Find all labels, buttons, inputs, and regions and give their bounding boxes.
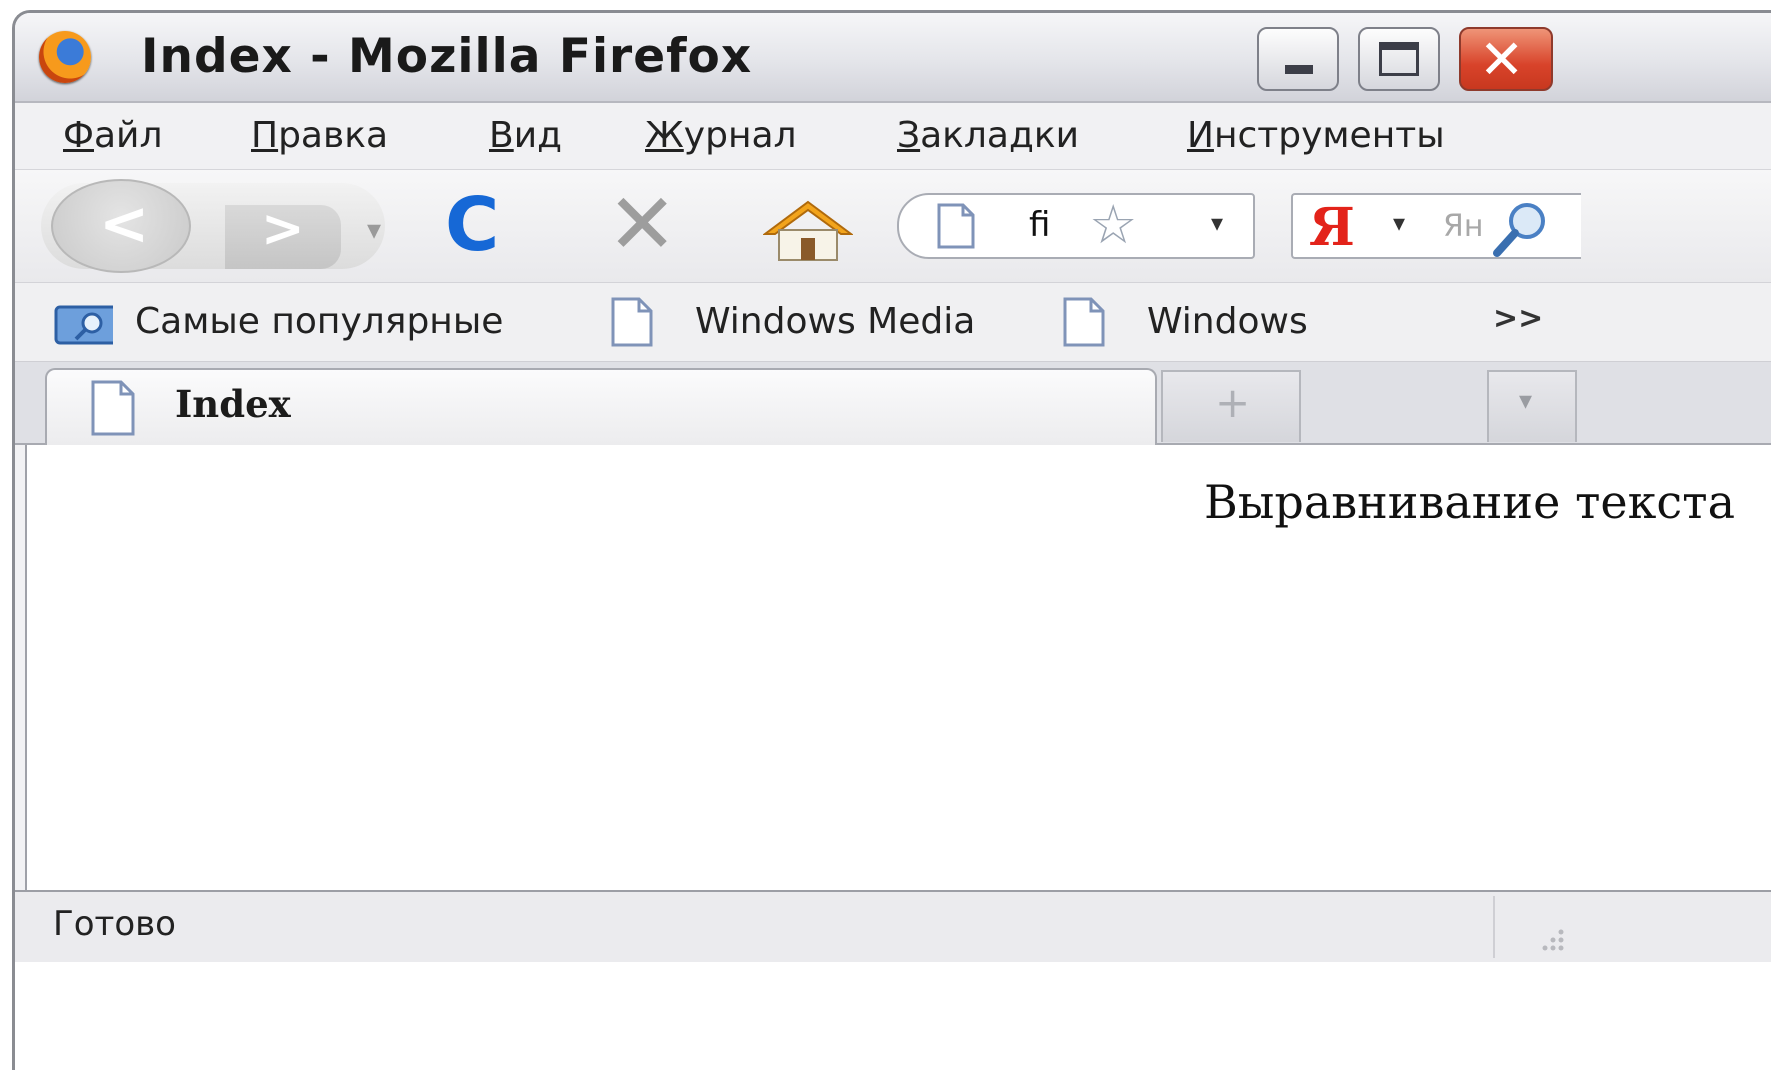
bookmark-windows-media[interactable]: Windows Media [607,295,1037,351]
stop-icon[interactable]: ✕ [607,182,677,266]
bookmarks-overflow-button[interactable]: >> [1493,301,1543,336]
menu-tools[interactable]: Инструменты [1187,115,1445,156]
aligned-text: Выравнивание текста [1203,475,1735,529]
page-icon [1063,297,1105,347]
yandex-icon[interactable]: Я [1309,197,1355,258]
bookmark-most-visited[interactable]: Самые популярные [43,295,583,351]
smart-bookmark-icon [54,305,113,345]
bookmark-label: Windows Media [695,301,976,342]
tab-list-button[interactable]: ▾ [1487,370,1577,442]
tab-index[interactable]: Index [45,368,1157,445]
minimize-button[interactable] [1257,27,1339,91]
status-bar: Готово [15,890,1771,962]
title-bar[interactable]: Index - Mozilla Firefox ✕ [15,13,1771,103]
reload-icon[interactable]: C [445,188,499,262]
bookmark-star-icon[interactable]: ☆ [1089,193,1137,256]
url-text: fi [1029,205,1051,245]
search-bar[interactable]: Я ▾ Ян [1291,193,1581,259]
plus-icon: + [1215,378,1251,427]
status-text: Готово [53,904,176,944]
close-icon: ✕ [1479,28,1525,91]
page-icon [937,203,975,249]
menu-bar: Файл Правка Вид Журнал Закладки Инструме… [15,103,1771,170]
window-bottom-edge [15,962,1771,1070]
forward-arrow-icon: > [261,199,305,259]
page-icon [91,380,135,436]
bookmark-label: Windows [1147,301,1308,342]
resize-grip-icon[interactable] [1493,896,1575,958]
menu-file[interactable]: Файл [63,115,162,156]
tab-title: Index [175,382,291,426]
url-dropdown-icon[interactable]: ▾ [1211,209,1223,237]
home-icon[interactable] [763,200,853,262]
address-bar[interactable]: fi ☆ ▾ [897,193,1255,259]
back-forward-group: > < ▾ [41,179,385,273]
forward-button[interactable]: > [225,199,341,269]
bookmarks-toolbar: Самые популярные Windows Media Windows >… [15,283,1771,362]
bookmark-label: Самые популярные [135,301,504,342]
back-button[interactable]: < [51,179,191,273]
history-dropdown-icon[interactable]: ▾ [367,213,381,246]
firefox-logo-icon [39,31,91,83]
chevron-down-icon: ▾ [1519,386,1533,416]
menu-bookmarks[interactable]: Закладки [897,115,1079,156]
search-placeholder: Ян [1443,209,1484,244]
search-icon[interactable] [1491,199,1551,259]
maximize-icon [1379,42,1419,76]
bookmark-windows[interactable]: Windows [1059,295,1359,351]
window-title: Index - Mozilla Firefox [141,29,753,84]
menu-history[interactable]: Журнал [645,115,797,156]
page-content: Выравнивание текста [25,445,1771,890]
menu-edit[interactable]: Правка [251,115,388,156]
menu-view[interactable]: Вид [489,115,562,156]
page-icon [611,297,653,347]
maximize-button[interactable] [1358,27,1440,91]
tab-strip: Index + ▾ [15,362,1771,445]
back-arrow-icon: < [99,189,150,259]
new-tab-button[interactable]: + [1161,370,1301,442]
close-button[interactable]: ✕ [1459,27,1553,91]
search-engine-dropdown-icon[interactable]: ▾ [1393,209,1405,237]
minimize-icon [1285,65,1313,74]
browser-window: Index - Mozilla Firefox ✕ Файл Правка Ви… [12,10,1771,1070]
navigation-toolbar: > < ▾ C ✕ fi ☆ ▾ Я ▾ Ян [15,170,1771,283]
